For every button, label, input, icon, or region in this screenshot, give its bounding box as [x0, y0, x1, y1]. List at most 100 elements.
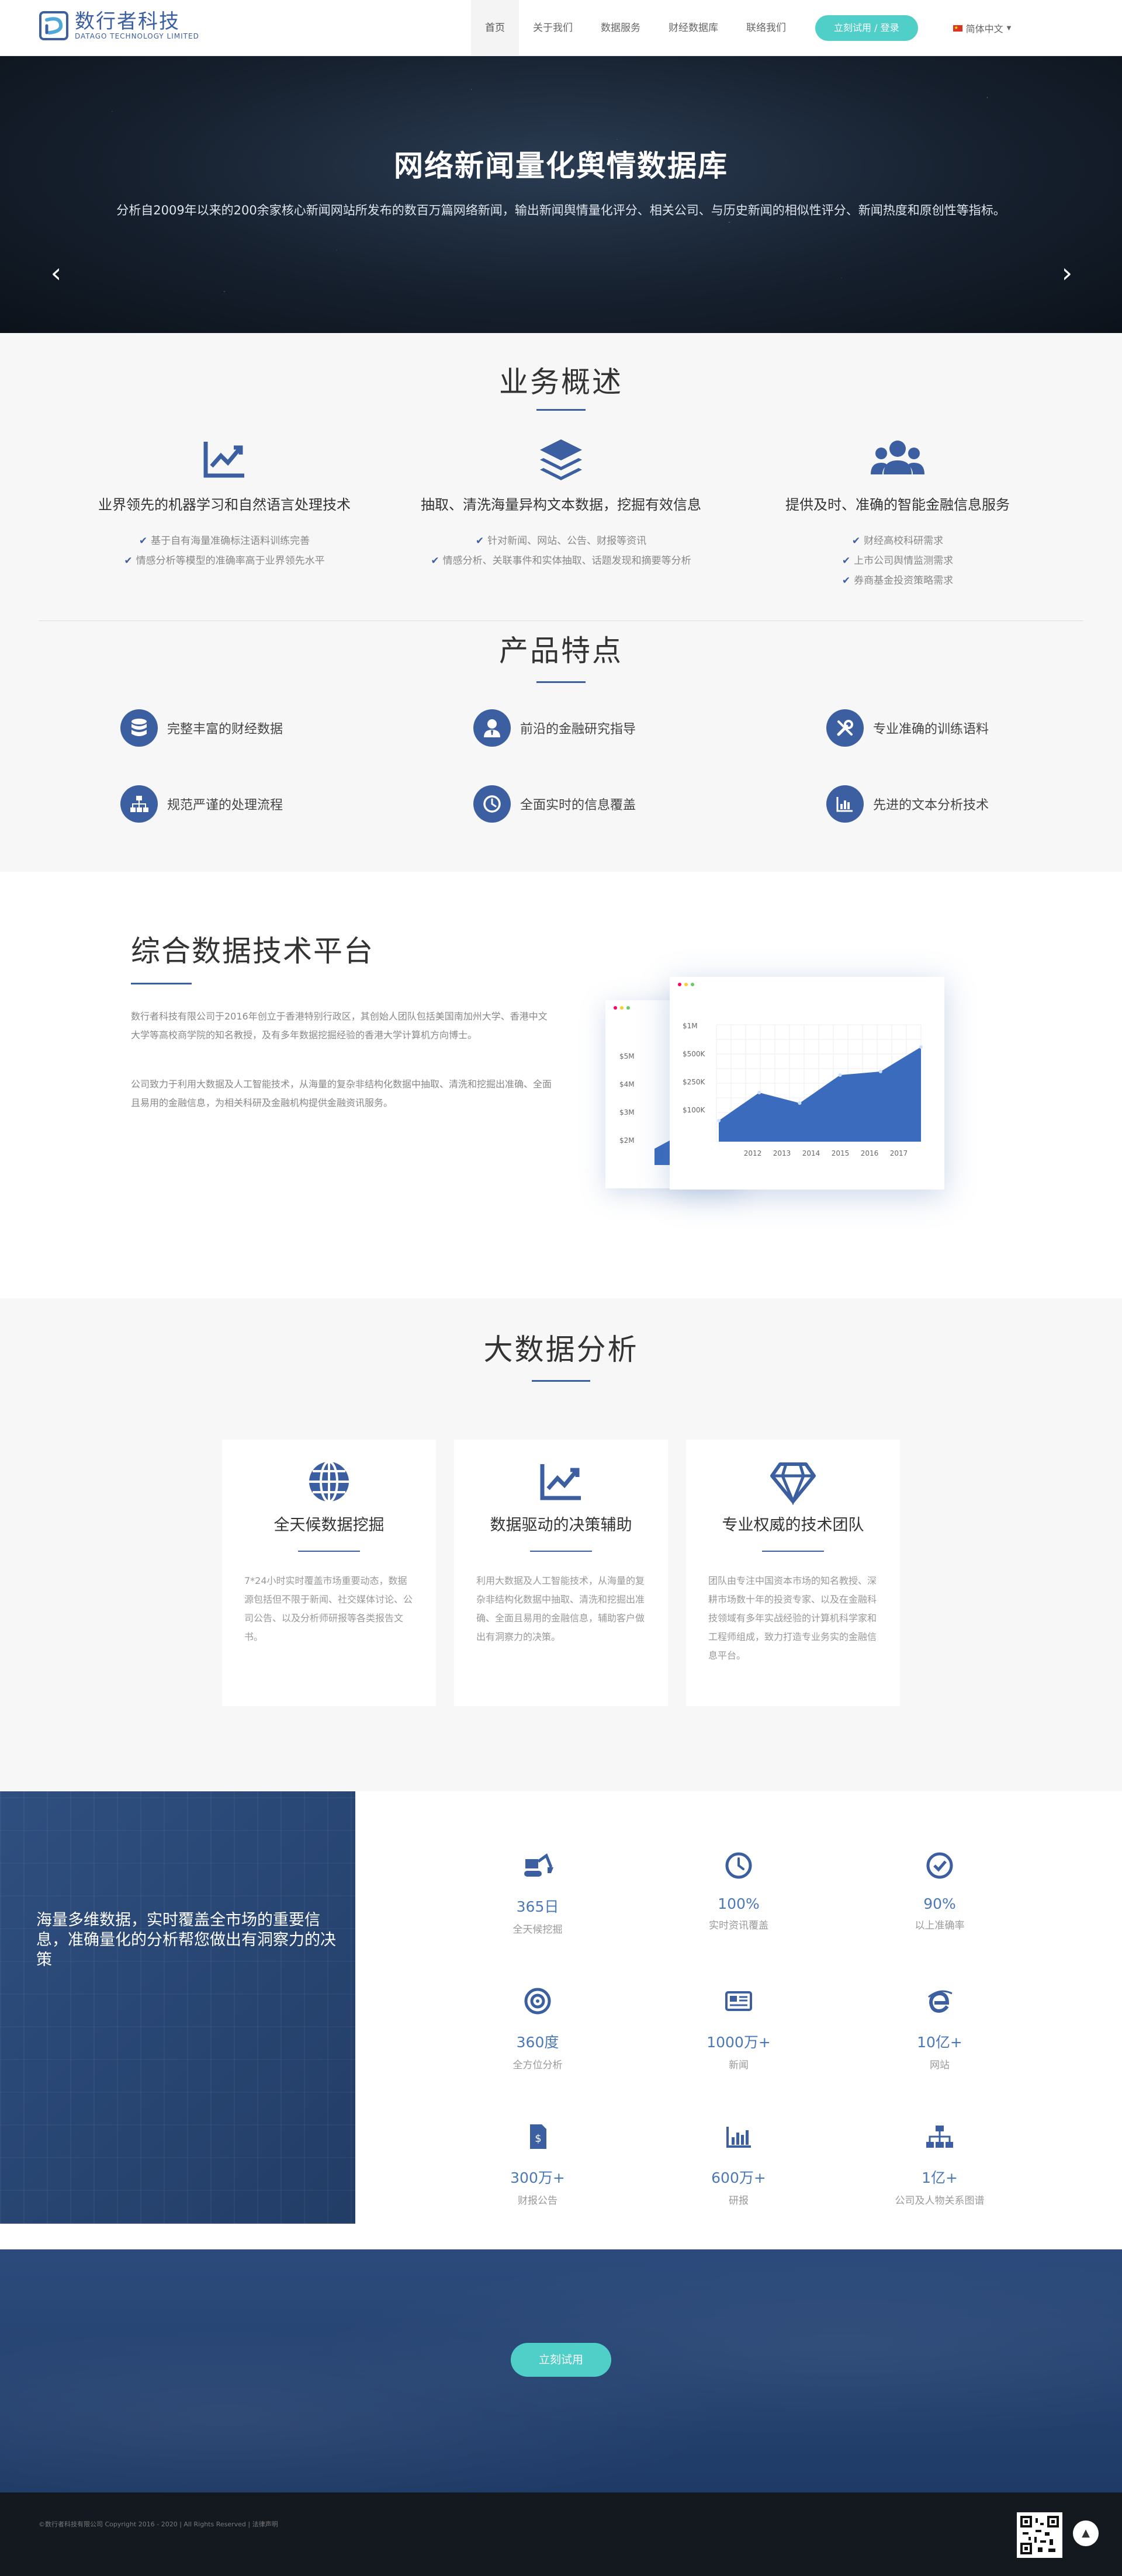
hero-subtitle: 分析自2009年以来的200余家核心新闻网站所发布的数百万篇网络新闻，输出新闻舆…	[116, 203, 1006, 217]
overview-bullet: ✔ 券商基金投资策略需求	[842, 575, 954, 587]
stats-intro-text: 海量多维数据，实时覆盖全市场的重要信息，准确量化的分析帮您做出有洞察力的决策	[36, 1911, 336, 1969]
overview-column: 业界领先的机器学习和自然语言处理技术 ✔ 基于自有海量准确标注语料训练完善 ✔ 情感…	[49, 436, 400, 571]
user-tie-icon	[473, 709, 511, 747]
hero-banner: 网络新闻量化舆情数据库 分析自2009年以来的200余家核心新闻网站所发布的数百…	[0, 56, 1122, 333]
logo-mark-icon	[39, 11, 68, 40]
card-underline	[298, 1551, 360, 1552]
users-icon	[871, 441, 924, 474]
data-point	[838, 1073, 842, 1077]
sitemap-icon	[926, 2126, 953, 2148]
overview-bullet: ✔ 情感分析等模型的准确率高于业界领先水平	[124, 555, 325, 567]
card-underline	[530, 1551, 592, 1552]
bar-chart-icon	[826, 785, 864, 823]
stat-label: 公司及人物关系图谱	[895, 2195, 985, 2207]
stat-item: 100% 实时资讯覆盖	[669, 1850, 809, 1932]
trial-login-button[interactable]: 立刻试用 / 登录	[815, 15, 918, 41]
arrow-up-icon: ▲	[1082, 2527, 1090, 2539]
stat-value: 365日	[516, 1898, 559, 1915]
logo[interactable]: 数行者科技 DATAGO TECHNOLOGY LIMITED	[39, 11, 199, 41]
newspaper-icon	[725, 1991, 752, 2011]
diamond-icon	[770, 1462, 816, 1505]
nav-about[interactable]: 关于我们	[519, 0, 587, 56]
check-icon: ✔	[431, 555, 439, 567]
caret-down-icon: ▼	[1006, 25, 1012, 32]
x-tick-label: 2016	[861, 1149, 879, 1157]
x-tick-label: 2014	[802, 1149, 820, 1157]
data-point	[757, 1091, 761, 1094]
y-tick-label: $1M	[683, 1022, 698, 1030]
check-icon: ✔	[842, 555, 851, 567]
chart-mockup-front: $1M $500K $250K $100K 2012 2013 2014 2015 2016 20…	[670, 977, 944, 1190]
stat-label: 财报公告	[518, 2195, 557, 2207]
stat-value: 600万+	[711, 2169, 766, 2186]
stat-item: 1亿+ 公司及人物关系图谱	[870, 2121, 1010, 2207]
language-selector[interactable]: 简体中文 ▼	[953, 21, 1012, 35]
section-divider	[39, 620, 1083, 621]
x-tick-label: 2013	[773, 1149, 791, 1157]
y-tick-label: $100K	[683, 1106, 706, 1114]
stat-label: 新闻	[729, 2060, 749, 2071]
overview-title: 业务概述	[499, 365, 623, 399]
try-now-button[interactable]: 立刻试用	[511, 2343, 611, 2377]
back-to-top-button[interactable]: ▲	[1073, 2520, 1099, 2546]
bigdata-underline	[532, 1380, 590, 1382]
stats-intro-panel: 海量多维数据，实时覆盖全市场的重要信息，准确量化的分析帮您做出有洞察力的决策	[0, 1791, 355, 2224]
stat-value: 90%	[923, 1895, 956, 1912]
carousel-next-icon[interactable]: ›	[1055, 259, 1079, 286]
carousel-prev-icon[interactable]: ‹	[44, 259, 68, 286]
stat-item: 600万+ 研报	[669, 2121, 809, 2207]
nav-data-services[interactable]: 数据服务	[587, 0, 654, 56]
feature-item: 规范严谨的处理流程	[120, 785, 283, 823]
platform-underline	[131, 983, 192, 984]
check-icon: ✔	[138, 535, 148, 547]
stat-value: 10亿+	[917, 2034, 962, 2051]
y-tick-label: $250K	[683, 1078, 706, 1086]
data-point	[919, 1045, 923, 1049]
globe-icon	[309, 1461, 349, 1503]
clock-icon	[473, 785, 511, 823]
chart-line-icon	[540, 1464, 581, 1500]
stat-label: 全天候挖掘	[512, 1924, 563, 1936]
card-underline	[762, 1551, 824, 1552]
bigdata-title: 大数据分析	[483, 1333, 639, 1367]
data-point	[878, 1070, 882, 1073]
stat-label: 实时资讯覆盖	[709, 1920, 768, 1932]
site-footer: ©数行者科技有限公司 Copyright 2016 - 2020 | All R…	[0, 2492, 1122, 2576]
platform-paragraph: 数行者科技有限公司于2016年创立于香港特别行政区，其创始人团队包括美国南加州大…	[131, 1011, 548, 1041]
stat-label: 研报	[729, 2195, 749, 2207]
overview-bullet: ✔ 情感分析、关联事件和实体抽取、话题发现和摘要等分析	[431, 555, 691, 567]
x-tick-label: 2015	[832, 1149, 850, 1157]
stat-value: 100%	[718, 1895, 760, 1912]
nav-financial-db[interactable]: 财经数据库	[654, 0, 732, 56]
overview-column-title: 抽取、清洗海量异构文本数据，挖掘有效信息	[421, 497, 701, 513]
nav-contact[interactable]: 联络我们	[732, 0, 800, 56]
target-icon	[524, 1988, 551, 2015]
stat-value: 300万+	[510, 2169, 565, 2186]
y-tick-label: $500K	[683, 1050, 706, 1058]
area-chart: $1M $500K $250K $100K 2012 2013 2014 2015 2016 20…	[683, 1022, 923, 1157]
overview-column-title: 业界领先的机器学习和自然语言处理技术	[98, 497, 351, 513]
stat-item: 360度 全方位分析	[468, 1985, 608, 2071]
language-label: 简体中文	[965, 23, 1003, 34]
overview-bullet: ✔ 上市公司舆情监测需求	[842, 555, 954, 567]
check-icon: ✔	[842, 575, 851, 587]
overview-column: 抽取、清洗海量异构文本数据，挖掘有效信息 ✔ 针对新闻、网站、公告、财报等资讯 ✔…	[386, 436, 736, 571]
hero-title: 网络新闻量化舆情数据库	[394, 149, 728, 183]
china-flag-icon	[953, 25, 962, 32]
layers-icon	[540, 439, 582, 480]
starfield-background	[0, 56, 1122, 333]
feature-item: 先进的文本分析技术	[826, 785, 989, 823]
card-text: 7*24小时实时覆盖市场重要动态，数据源包括但不限于新闻、社交媒体讨论、公司公告…	[244, 1575, 413, 1642]
stat-label: 网站	[930, 2060, 950, 2071]
check-circle-icon	[926, 1852, 953, 1879]
x-tick-label: 2017	[890, 1149, 908, 1157]
nav-home[interactable]: 首页	[471, 0, 519, 56]
stat-label: 以上准确率	[915, 1920, 965, 1932]
excavator-icon	[524, 1853, 553, 1877]
site-header: 数行者科技 DATAGO TECHNOLOGY LIMITED 首页 关于我们 …	[0, 0, 1122, 56]
stat-item: $ 300万+ 财报公告	[468, 2121, 608, 2207]
tools-icon	[826, 709, 864, 747]
database-icon	[120, 709, 158, 747]
stat-item: 365日 全天候挖掘	[468, 1850, 608, 1936]
platform-paragraph: 公司致力于利用大数据及人工智能技术，从海量的复杂非结构化数据中抽取、清洗和挖掘出…	[131, 1079, 552, 1108]
